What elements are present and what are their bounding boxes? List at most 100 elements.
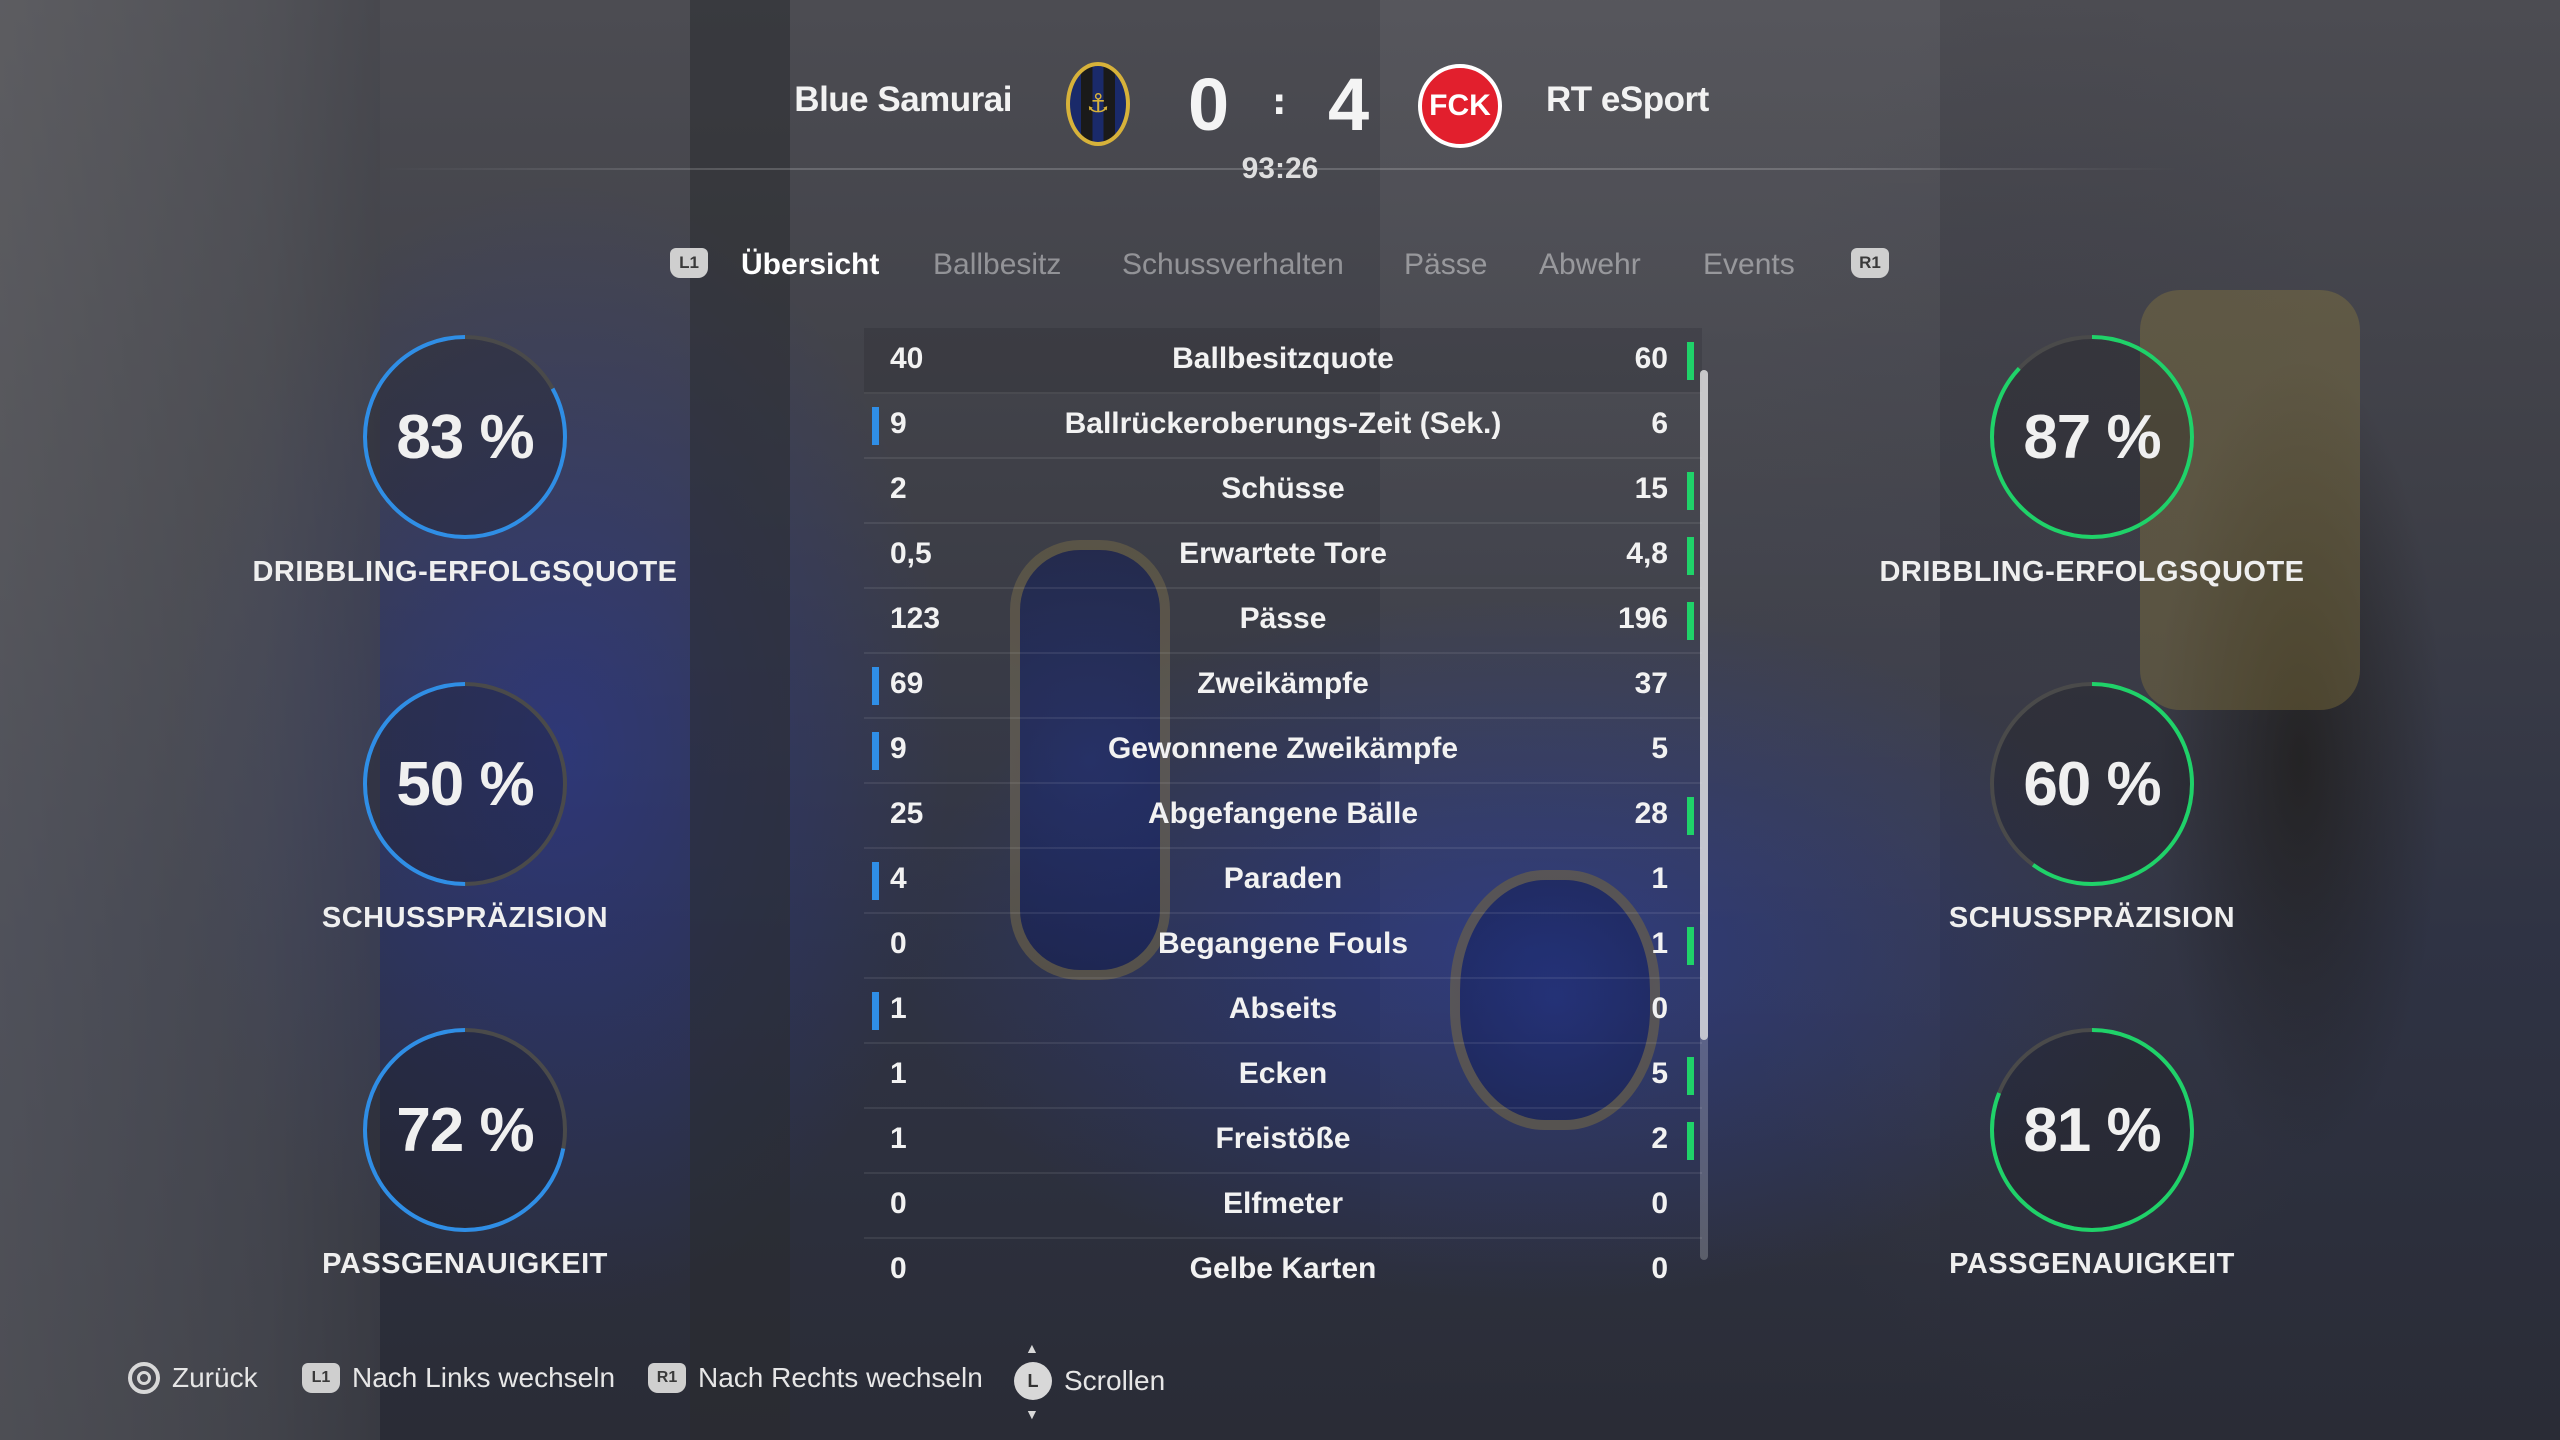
stat-label: Ecken [1238,1057,1328,1090]
donut-label: PASSGENAUIGKEIT [1949,1248,2235,1280]
away-leader-bar [1687,797,1694,835]
donut-value: 81 % [2023,1095,2161,1165]
away-stat-value: 5 [1651,732,1668,765]
stat-row: 0,5 Erwartete Tore 4,8 [864,523,1702,589]
stat-label: Gewonnene Zweikämpfe [1107,732,1459,765]
stat-label: Zweikämpfe [1197,667,1369,700]
l1-button-icon: L1 [302,1363,340,1393]
stat-row: 25 Abgefangene Bälle 28 [864,783,1702,849]
tab-shooting[interactable]: Schussverhalten [1122,248,1344,282]
stat-row: 9 Ballrückeroberungs-Zeit (Sek.) 6 [864,393,1702,459]
back-label: Zurück [172,1362,258,1393]
home-leader-bar [872,862,879,900]
r1-button-icon[interactable]: R1 [1851,248,1889,278]
background-door [690,0,790,1440]
switch-right-button[interactable]: R1 Nach Rechts wechseln [648,1362,983,1394]
controls-footer: Zurück L1 Nach Links wechseln R1 Nach Re… [0,1340,2560,1430]
home-leader-bar [872,667,879,705]
away-stat-value: 15 [1634,472,1668,505]
stats-scrollbar-thumb[interactable] [1700,370,1708,1040]
donut-value: 60 % [2023,749,2161,819]
donut-label: SCHUSSPRÄZISION [1948,902,2236,934]
back-button[interactable]: Zurück [128,1362,258,1394]
stats-table[interactable]: 40 Ballbesitzquote 60 9 Ballrückeroberun… [864,328,1702,1298]
scroll-control[interactable]: L Scrollen [1014,1340,1166,1422]
tab-overview[interactable]: Übersicht [741,248,879,282]
home-leader-bar [872,992,879,1030]
stat-row: 40 Ballbesitzquote 60 [864,328,1702,394]
away-stat-value: 2 [1651,1122,1668,1155]
donut-label: SCHUSSPRÄZISION [321,902,609,934]
switch-left-button[interactable]: L1 Nach Links wechseln [302,1362,615,1394]
stat-label: Paraden [1223,862,1343,895]
home-leader-bar [872,732,879,770]
away-stat-value: 0 [1651,1252,1668,1285]
stat-row: 1 Abseits 0 [864,978,1702,1044]
home-team-name: Blue Samurai [794,80,1012,119]
left-stick-icon: L [1014,1340,1052,1422]
donut-label: DRIBBLING-ERFOLGSQUOTE [1879,556,2305,588]
donut-label: PASSGENAUIGKEIT [322,1248,608,1280]
away-leader-bar [1687,602,1694,640]
stat-row: 0 Gelbe Karten 0 [864,1238,1702,1302]
away-stat-value: 0 [1651,992,1668,1025]
switch-right-label: Nach Rechts wechseln [698,1362,983,1393]
stat-row: 123 Pässe 196 [864,588,1702,654]
stat-label: Abgefangene Bälle [1147,797,1419,830]
tab-possession[interactable]: Ballbesitz [933,248,1061,282]
away-stat-value: 60 [1634,342,1668,375]
home-score: 0 [1188,63,1230,146]
stat-row: 1 Freistöße 2 [864,1108,1702,1174]
away-shot-accuracy-donut: 60 % [1987,679,2197,889]
background-wall [0,0,380,1440]
donut-value: 72 % [396,1095,534,1165]
stat-row: 2 Schüsse 15 [864,458,1702,524]
scroll-label: Scrollen [1064,1365,1166,1396]
away-leader-bar [1687,1122,1694,1160]
away-stat-value: 37 [1634,667,1668,700]
stat-label: Elfmeter [1222,1187,1344,1220]
stat-row: 0 Elfmeter 0 [864,1173,1702,1239]
stats-scrollbar[interactable] [1700,370,1708,1260]
away-leader-bar [1687,472,1694,510]
home-shot-accuracy-donut: 50 % [360,679,570,889]
away-pass-accuracy-donut: 81 % [1987,1025,2197,1235]
donut-value: 87 % [2023,402,2161,472]
away-stat-value: 6 [1651,407,1668,440]
stat-label: Erwartete Tore [1179,537,1387,570]
stat-label: Ballrückeroberungs-Zeit (Sek.) [1064,407,1502,440]
stat-row: 9 Gewonnene Zweikämpfe 5 [864,718,1702,784]
stat-label: Gelbe Karten [1189,1252,1377,1285]
home-leader-bar [872,407,879,445]
tab-defense[interactable]: Abwehr [1539,248,1641,282]
stat-label: Begangene Fouls [1157,927,1409,960]
away-stat-value: 1 [1651,862,1668,895]
switch-left-label: Nach Links wechseln [352,1362,616,1393]
away-score: 4 [1328,63,1370,146]
home-dribbling-donut: 83 % [360,332,570,542]
donut-label: DRIBBLING-ERFOLGSQUOTE [252,556,678,588]
match-clock: 93:26 [1241,152,1319,185]
away-team-name: RT eSport [1546,80,1709,119]
score-separator: : [1272,82,1287,123]
donut-value: 50 % [396,749,534,819]
tab-passes[interactable]: Pässe [1404,248,1487,282]
away-leader-bar [1687,927,1694,965]
stat-row: 0 Begangene Fouls 1 [864,913,1702,979]
stat-label: Pässe [1239,602,1327,635]
tab-events[interactable]: Events [1703,248,1795,282]
stat-label: Abseits [1228,992,1338,1025]
l1-button-icon[interactable]: L1 [670,248,708,278]
stat-label: Ballbesitzquote [1172,342,1394,375]
home-team-crest-icon: ⚓ [1066,62,1130,146]
stat-row: 1 Ecken 5 [864,1043,1702,1109]
circle-button-icon [128,1362,160,1394]
donut-value: 83 % [396,402,534,472]
stats-tab-bar: L1 Übersicht Ballbesitz Schussverhalten … [0,238,2560,294]
away-team-crest-icon: FCK [1418,64,1502,148]
away-stat-value: 5 [1651,1057,1668,1090]
away-stat-value: 1 [1651,927,1668,960]
away-stat-value: 4,8 [1626,537,1668,570]
away-stat-value: 196 [1617,602,1668,635]
anchor-icon: ⚓ [1086,89,1110,119]
